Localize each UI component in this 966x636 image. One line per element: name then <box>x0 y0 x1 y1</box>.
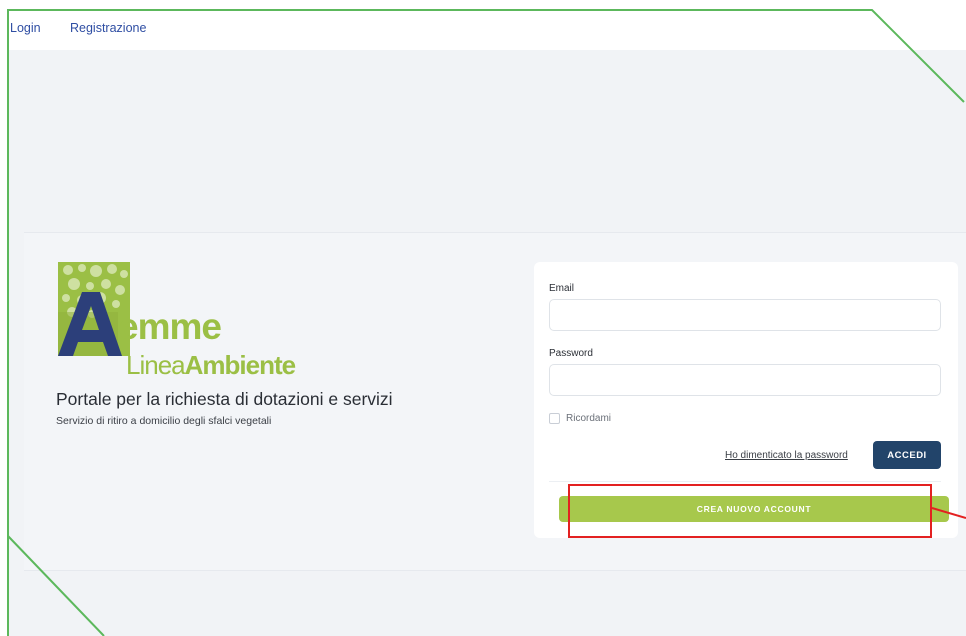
logo-text-emme: emme <box>118 306 222 347</box>
nav-register-link[interactable]: Registrazione <box>70 21 146 35</box>
remember-me-checkbox[interactable] <box>549 412 560 424</box>
email-field[interactable] <box>549 299 941 331</box>
nav-login-link[interactable]: Login <box>10 21 41 35</box>
screenshot-stage: Login Registrazione emme LineaAmbiente P… <box>0 0 966 636</box>
forgot-password-link[interactable]: Ho dimenticato la password <box>725 450 848 461</box>
highlight-annotation-box <box>568 484 932 538</box>
login-button[interactable]: ACCEDI <box>873 441 941 469</box>
top-navigation: Login Registrazione <box>0 0 966 50</box>
remember-me-row[interactable]: Ricordami <box>549 411 611 425</box>
portal-subtitle: Servizio di ritiro a domicilio degli sfa… <box>56 415 272 427</box>
annotation-pointer-line <box>931 507 966 519</box>
card-divider <box>549 481 941 482</box>
remember-me-label[interactable]: Ricordami <box>566 413 611 424</box>
password-label: Password <box>549 348 593 359</box>
portal-title: Portale per la richiesta di dotazioni e … <box>56 389 393 409</box>
logo-text-linea: Linea <box>126 350 186 380</box>
logo-text-linea-ambiente: LineaAmbiente <box>126 350 296 380</box>
email-label: Email <box>549 283 575 294</box>
password-field[interactable] <box>549 364 941 396</box>
logo-text-ambiente: Ambiente <box>184 350 296 380</box>
